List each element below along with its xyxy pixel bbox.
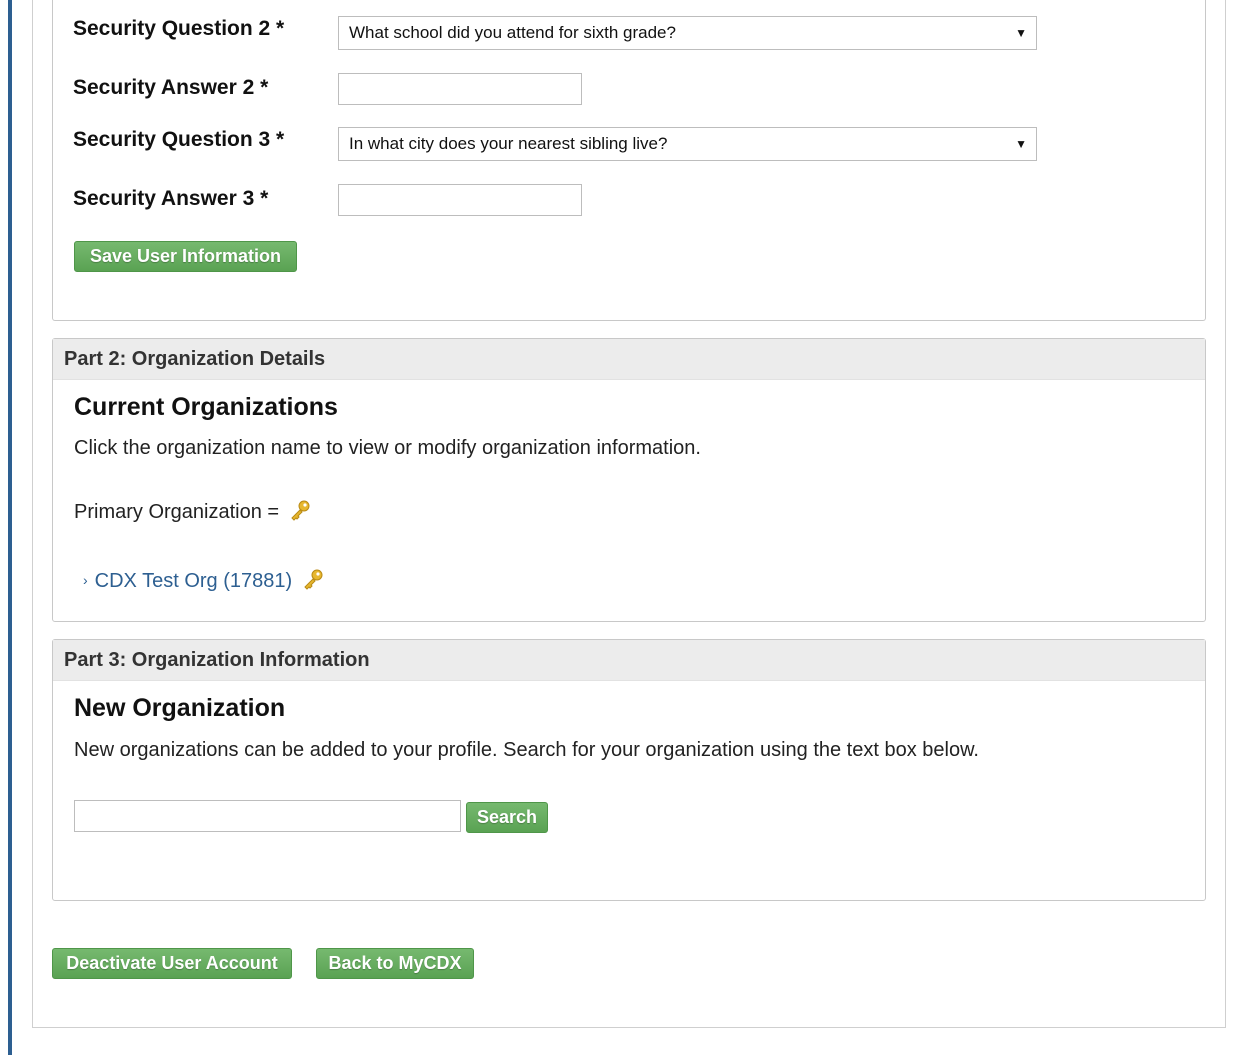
- deactivate-user-account-button[interactable]: Deactivate User Account: [52, 948, 292, 979]
- part3-header: Part 3: Organization Information: [53, 640, 1205, 681]
- organization-search-input[interactable]: [74, 800, 461, 832]
- security-question-2-select[interactable]: What school did you attend for sixth gra…: [338, 16, 1037, 50]
- key-icon: [304, 569, 323, 590]
- chevron-right-icon: ›: [83, 572, 88, 588]
- current-organizations-description: Click the organization name to view or m…: [74, 437, 701, 459]
- dropdown-arrow-icon: ▼: [1015, 137, 1027, 151]
- security-answer-2-input[interactable]: [338, 73, 582, 105]
- organization-link[interactable]: › CDX Test Org (17881): [83, 568, 324, 593]
- new-organization-description: New organizations can be added to your p…: [74, 739, 979, 761]
- security-question-2-label: Security Question 2 *: [73, 17, 285, 40]
- security-question-3-value: In what city does your nearest sibling l…: [349, 134, 668, 153]
- left-accent-bar: [8, 0, 12, 1055]
- back-to-mycdx-button[interactable]: Back to MyCDX: [316, 948, 474, 979]
- organization-details-panel: Part 2: Organization Details Current Org…: [52, 338, 1206, 622]
- security-answer-3-input[interactable]: [338, 184, 582, 216]
- key-icon: [290, 500, 310, 521]
- organization-name: CDX Test Org (17881): [94, 570, 293, 592]
- security-question-2-value: What school did you attend for sixth gra…: [349, 23, 676, 42]
- primary-organization-row: Primary Organization =: [74, 499, 311, 524]
- search-button[interactable]: Search: [466, 802, 548, 833]
- new-organization-title: New Organization: [74, 694, 286, 722]
- dropdown-arrow-icon: ▼: [1015, 26, 1027, 40]
- security-question-3-select[interactable]: In what city does your nearest sibling l…: [338, 127, 1037, 161]
- organization-information-panel: Part 3: Organization Information New Org…: [52, 639, 1206, 901]
- save-user-information-button[interactable]: Save User Information: [74, 241, 297, 272]
- security-answer-3-label: Security Answer 3 *: [73, 187, 269, 210]
- current-organizations-title: Current Organizations: [74, 393, 338, 421]
- primary-organization-label: Primary Organization =: [74, 501, 280, 523]
- part2-header: Part 2: Organization Details: [53, 339, 1205, 380]
- security-question-3-label: Security Question 3 *: [73, 128, 285, 151]
- security-answer-2-label: Security Answer 2 *: [73, 76, 269, 99]
